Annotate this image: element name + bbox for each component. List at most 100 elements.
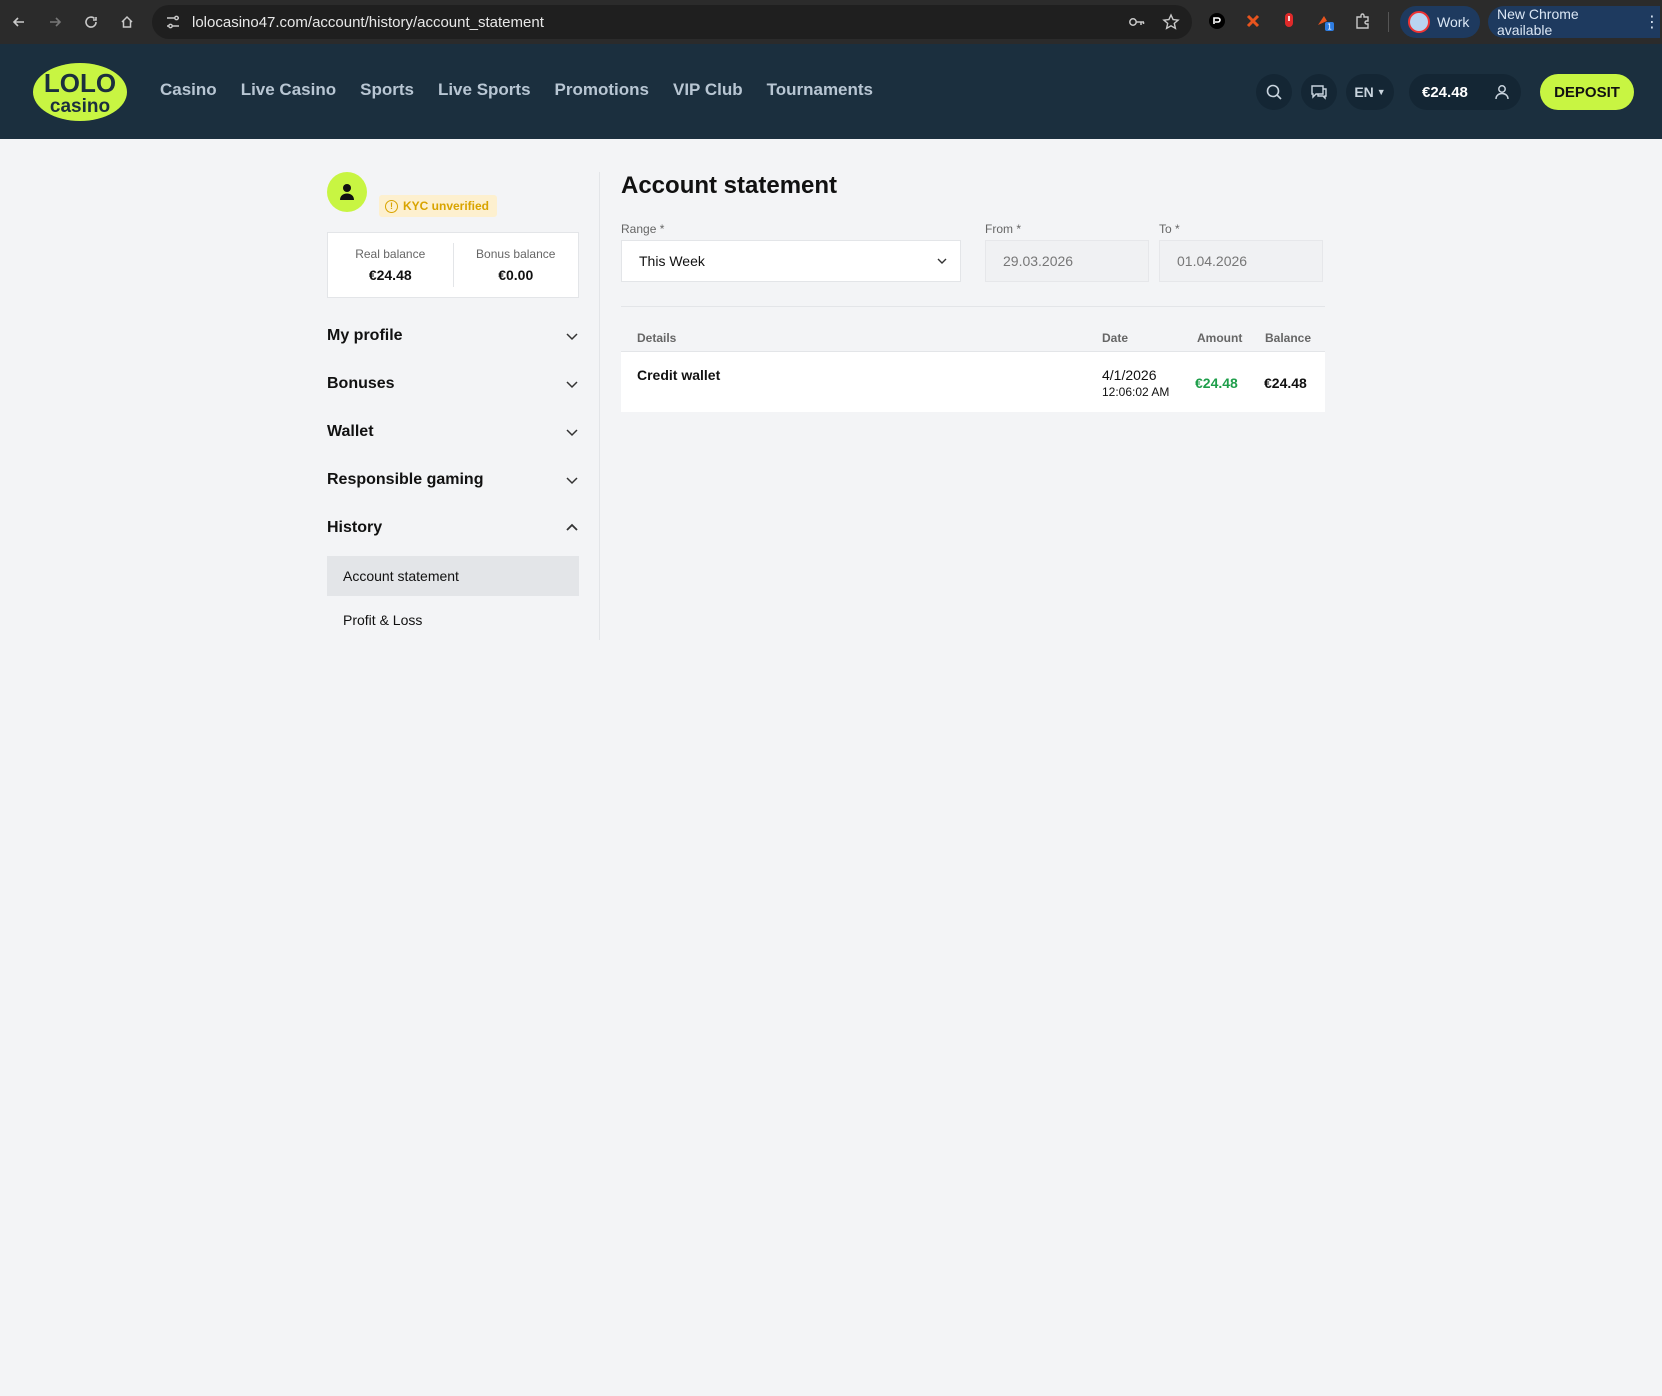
forward-icon[interactable] (38, 5, 72, 39)
chevron-down-icon (566, 381, 578, 389)
submenu-account-statement[interactable]: Account statement (327, 556, 579, 596)
extension-icon-1[interactable] (1207, 11, 1227, 31)
row-balance: €24.48 (1264, 375, 1307, 391)
chevron-down-icon (937, 258, 947, 264)
to-label: To * (1159, 222, 1180, 236)
real-balance-label: Real balance (355, 247, 426, 261)
update-label: New Chrome available (1497, 6, 1579, 38)
menu-my-profile[interactable]: My profile (327, 312, 581, 360)
site-header: LOLO casino Casino Live Casino Sports Li… (0, 44, 1662, 139)
profile-label: Work (1437, 14, 1470, 30)
to-date-field[interactable]: 01.04.2026 (1159, 240, 1323, 282)
nav-live-sports[interactable]: Live Sports (438, 80, 531, 100)
nav-live-casino[interactable]: Live Casino (241, 80, 336, 100)
table-row[interactable]: Credit wallet 4/1/2026 12:06:02 AM €24.4… (621, 352, 1325, 412)
address-bar[interactable]: lolocasino47.com/account/history/account… (152, 5, 1192, 39)
extension-icon-4[interactable]: 1 (1315, 11, 1335, 31)
extensions-puzzle-icon[interactable] (1353, 11, 1373, 31)
caret-down-icon: ▼ (1376, 87, 1386, 97)
chat-icon (1311, 85, 1327, 100)
language-selector[interactable]: EN ▼ (1346, 74, 1394, 110)
col-details: Details (637, 330, 677, 345)
range-value: This Week (639, 253, 705, 269)
nav-casino[interactable]: Casino (160, 80, 217, 100)
chrome-update-button[interactable]: New Chrome available ⋮ (1488, 6, 1660, 38)
account-statement-panel: Account statement Range * This Week From… (621, 172, 1325, 412)
nav-vip-club[interactable]: VIP Club (673, 80, 743, 100)
range-select[interactable]: This Week (621, 240, 961, 282)
nav-sports[interactable]: Sports (360, 80, 414, 100)
menu-history[interactable]: History (327, 504, 581, 552)
svg-text:LOLO: LOLO (44, 68, 116, 98)
bookmark-star-icon[interactable] (1162, 13, 1180, 31)
menu-label: Responsible gaming (327, 471, 484, 488)
kyc-status-badge[interactable]: ! KYC unverified (379, 195, 498, 217)
toolbar-separator (1388, 12, 1389, 32)
table-header: Details Date Amount Balance (621, 324, 1325, 352)
bonus-balance: Bonus balance €0.00 (452, 243, 579, 287)
user-icon[interactable] (1493, 83, 1511, 101)
filters-divider (621, 306, 1325, 307)
reload-icon[interactable] (74, 5, 108, 39)
extension-icon-3[interactable] (1279, 11, 1299, 31)
range-label: Range * (621, 222, 665, 236)
submenu-profit-loss[interactable]: Profit & Loss (327, 600, 581, 640)
col-balance: Balance (1265, 330, 1312, 345)
chevron-down-icon (566, 429, 578, 437)
col-amount: Amount (1197, 330, 1243, 345)
user-avatar-icon (340, 184, 354, 200)
sidebar-divider (599, 172, 600, 640)
row-details: Credit wallet (637, 367, 721, 383)
deposit-button[interactable]: DEPOSIT (1540, 74, 1634, 110)
header-balance-value: €24.48 (1422, 83, 1468, 101)
real-balance: Real balance €24.48 (328, 233, 453, 297)
nav-promotions[interactable]: Promotions (555, 80, 649, 100)
menu-label: My profile (327, 327, 403, 344)
search-button[interactable] (1256, 74, 1292, 110)
svg-text:1: 1 (1327, 23, 1332, 32)
nav-tournaments[interactable]: Tournaments (767, 80, 873, 100)
from-label: From * (985, 222, 1021, 236)
menu-wallet[interactable]: Wallet (327, 408, 581, 456)
svg-text:casino: casino (50, 96, 110, 117)
kyc-label: KYC unverified (403, 199, 490, 213)
chevron-down-icon (566, 477, 578, 485)
menu-label: History (327, 519, 383, 536)
profile-button[interactable]: Work (1400, 6, 1480, 38)
chevron-down-icon (566, 333, 578, 341)
account-menu: My profile Bonuses Wallet Responsible ga… (327, 312, 581, 640)
header-balance[interactable]: €24.48 (1409, 74, 1521, 110)
profile-avatar (1408, 11, 1430, 33)
main-nav: Casino Live Casino Sports Live Sports Pr… (160, 80, 897, 100)
back-icon[interactable] (2, 5, 36, 39)
statement-table: Details Date Amount Balance Credit walle… (621, 324, 1325, 412)
avatar[interactable] (327, 172, 367, 212)
more-menu-icon[interactable]: ⋮ (1644, 12, 1660, 32)
row-amount: €24.48 (1195, 375, 1238, 391)
col-date: Date (1102, 330, 1129, 345)
row-time: 12:06:02 AM (1102, 385, 1170, 399)
balance-summary: Real balance €24.48 Bonus balance €0.00 (327, 232, 579, 298)
extension-icon-2[interactable] (1243, 11, 1263, 31)
bonus-balance-label: Bonus balance (476, 247, 556, 261)
real-balance-value: €24.48 (368, 267, 412, 283)
language-label: EN (1354, 84, 1374, 100)
url-text: lolocasino47.com/account/history/account… (192, 13, 544, 31)
chat-button[interactable] (1301, 74, 1337, 110)
row-date: 4/1/2026 (1102, 367, 1157, 383)
from-date-field[interactable]: 29.03.2026 (985, 240, 1149, 282)
password-key-icon[interactable] (1128, 13, 1146, 31)
home-icon[interactable] (110, 5, 144, 39)
page-title: Account statement (621, 172, 838, 199)
info-icon: ! (385, 199, 398, 213)
menu-bonuses[interactable]: Bonuses (327, 360, 581, 408)
lolo-casino-logo[interactable]: LOLO casino (32, 62, 128, 122)
search-icon (1266, 84, 1282, 100)
site-settings-icon[interactable] (164, 13, 182, 31)
browser-toolbar: lolocasino47.com/account/history/account… (0, 0, 1662, 44)
menu-responsible-gaming[interactable]: Responsible gaming (327, 456, 581, 504)
chevron-up-icon (566, 523, 578, 531)
menu-label: Bonuses (327, 375, 395, 392)
menu-label: Wallet (327, 423, 374, 440)
bonus-balance-value: €0.00 (498, 267, 534, 283)
